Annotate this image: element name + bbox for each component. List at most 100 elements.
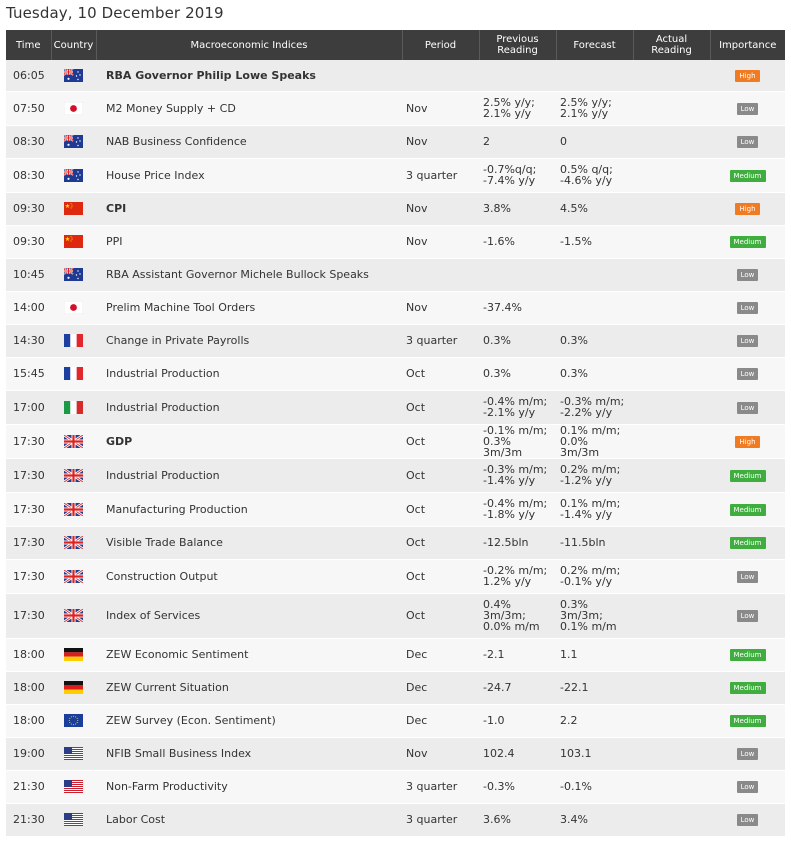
- table-row[interactable]: 14:30 Change in Private Payrolls 3 quarter…: [6, 324, 785, 358]
- previous-line: -2.1: [483, 648, 505, 661]
- event-importance: Medium: [710, 526, 785, 560]
- event-country: [51, 526, 96, 560]
- table-row[interactable]: 07:50 M2 Money Supply + CD Nov 2.5% y/y; 2.1…: [6, 91, 785, 126]
- table-row[interactable]: 18:00 ZEW Economic Sentiment Dec -2.1 1.1 Med…: [6, 638, 785, 672]
- uk-flag-icon: [63, 534, 84, 551]
- importance-badge: Low: [736, 748, 759, 760]
- event-name[interactable]: RBA Governor Philip Lowe Speaks: [96, 60, 402, 92]
- event-importance: High: [710, 192, 785, 226]
- previous-line: 2.1% y/y: [483, 107, 532, 120]
- event-name[interactable]: ZEW Survey (Econ. Sentiment): [96, 704, 402, 738]
- event-country: [51, 291, 96, 325]
- event-name[interactable]: Industrial Production: [96, 458, 402, 493]
- event-name[interactable]: NFIB Small Business Index: [96, 737, 402, 771]
- event-name[interactable]: CPI: [96, 192, 402, 226]
- event-country: [51, 559, 96, 594]
- event-period: 3 quarter: [402, 324, 479, 358]
- header-country[interactable]: Country: [51, 30, 97, 60]
- event-importance: Medium: [710, 158, 785, 193]
- table-row[interactable]: 18:00 ZEW Survey (Econ. Sentiment) Dec -1.0…: [6, 704, 785, 738]
- table-row[interactable]: 21:30 Non-Farm Productivity 3 quarter -0.3%…: [6, 770, 785, 804]
- event-name[interactable]: Labor Cost: [96, 803, 402, 837]
- event-name[interactable]: NAB Business Confidence: [96, 125, 402, 159]
- event-time: 18:00: [6, 638, 51, 672]
- header-importance[interactable]: Importance: [710, 30, 785, 60]
- importance-badge: Low: [736, 102, 759, 115]
- table-row[interactable]: 18:00 ZEW Current Situation Dec -24.7 -22.1 M…: [6, 671, 785, 705]
- table-row[interactable]: 09:30 PPI Nov -1.6% -1.5% Medium: [6, 225, 785, 259]
- table-row[interactable]: 10:45 RBA Assistant Governor Michele Bull…: [6, 258, 785, 292]
- event-forecast: 0.3%: [556, 357, 633, 391]
- forecast-line: 0.3%: [560, 367, 588, 380]
- previous-line: 0.3% 3m/3m: [483, 434, 523, 459]
- event-actual: [633, 492, 710, 527]
- table-row[interactable]: 17:30 Construction Output Oct -0.2% m/m; 1.2…: [6, 559, 785, 594]
- table-row[interactable]: 08:30 House Price Index 3 quarter -0.7%q/q;…: [6, 158, 785, 193]
- event-country: [51, 671, 96, 705]
- event-name[interactable]: ZEW Economic Sentiment: [96, 638, 402, 672]
- page-title: Tuesday, 10 December 2019: [6, 4, 224, 22]
- event-name[interactable]: ZEW Current Situation: [96, 671, 402, 705]
- event-previous: -0.7%q/q; -7.4% y/y: [479, 158, 556, 193]
- table-row[interactable]: 17:30 Visible Trade Balance Oct -12.5bln -11…: [6, 526, 785, 560]
- event-name[interactable]: Non-Farm Productivity: [96, 770, 402, 804]
- header-previous-reading[interactable]: Previous Reading: [479, 30, 557, 60]
- event-period: Nov: [402, 125, 479, 159]
- event-previous: -37.4%: [479, 291, 556, 325]
- table-row[interactable]: 17:30 Manufacturing Production Oct -0.4% m/…: [6, 492, 785, 527]
- uk-flag-icon: [63, 607, 84, 624]
- header-period[interactable]: Period: [402, 30, 480, 60]
- event-importance: Low: [710, 559, 785, 594]
- event-period: Oct: [402, 357, 479, 391]
- table-row[interactable]: 09:30 CPI Nov 3.8% 4.5% High: [6, 192, 785, 226]
- header-actual-reading[interactable]: Actual Reading: [633, 30, 711, 60]
- table-row[interactable]: 17:00 Industrial Production Oct -0.4% m/m; -…: [6, 390, 785, 425]
- previous-line: 102.4: [483, 747, 515, 760]
- event-name[interactable]: House Price Index: [96, 158, 402, 193]
- event-importance: Low: [710, 357, 785, 391]
- event-importance: Medium: [710, 458, 785, 493]
- table-row[interactable]: 08:30 NAB Business Confidence Nov 2 0 Low: [6, 125, 785, 159]
- header-time[interactable]: Time: [6, 30, 52, 60]
- table-row[interactable]: 17:30 GDP Oct -0.1% m/m; 0.3% 3m/3m 0.1% m/m;…: [6, 424, 785, 459]
- event-name[interactable]: Index of Services: [96, 593, 402, 639]
- event-name[interactable]: RBA Assistant Governor Michele Bullock S…: [96, 258, 402, 292]
- importance-badge: Low: [736, 302, 759, 314]
- event-country: [51, 91, 96, 126]
- table-row[interactable]: 14:00 Prelim Machine Tool Orders Nov -37.4%…: [6, 291, 785, 325]
- event-name[interactable]: Industrial Production: [96, 390, 402, 425]
- china-flag-icon: [64, 235, 83, 248]
- table-row[interactable]: 19:00 NFIB Small Business Index Nov 102.4 10…: [6, 737, 785, 771]
- event-importance: Medium: [710, 492, 785, 527]
- event-importance: Low: [710, 91, 785, 126]
- event-country: [51, 158, 96, 193]
- event-time: 14:30: [6, 324, 51, 358]
- event-country: [51, 770, 96, 804]
- event-name[interactable]: Industrial Production: [96, 357, 402, 391]
- event-name[interactable]: GDP: [96, 424, 402, 459]
- table-row[interactable]: 17:30 Industrial Production Oct -0.3% m/m; -…: [6, 458, 785, 493]
- event-actual: [633, 458, 710, 493]
- event-name[interactable]: Manufacturing Production: [96, 492, 402, 527]
- event-name[interactable]: Change in Private Payrolls: [96, 324, 402, 358]
- table-row[interactable]: 06:05 RBA Governor Philip Lowe Speaks High: [6, 60, 785, 92]
- event-name[interactable]: M2 Money Supply + CD: [96, 91, 402, 126]
- event-name[interactable]: Construction Output: [96, 559, 402, 594]
- event-country: [51, 458, 96, 493]
- event-importance: Low: [710, 737, 785, 771]
- header-macroeconomic-indices[interactable]: Macroeconomic Indices: [96, 30, 403, 60]
- event-name[interactable]: Prelim Machine Tool Orders: [96, 291, 402, 325]
- table-row[interactable]: 17:30 Index of Services Oct 0.4% 3m/3m; 0.0% …: [6, 593, 785, 639]
- header-forecast[interactable]: Forecast: [556, 30, 634, 60]
- event-time: 15:45: [6, 357, 51, 391]
- event-forecast: -0.3% m/m; -2.2% y/y: [556, 390, 633, 425]
- event-name[interactable]: Visible Trade Balance: [96, 526, 402, 560]
- importance-badge: High: [735, 435, 760, 448]
- event-previous: -0.2% m/m; 1.2% y/y: [479, 559, 556, 594]
- table-row[interactable]: 21:30 Labor Cost 3 quarter 3.6% 3.4% Low: [6, 803, 785, 837]
- event-time: 17:30: [6, 593, 51, 639]
- event-name[interactable]: PPI: [96, 225, 402, 259]
- event-forecast: -1.5%: [556, 225, 633, 259]
- event-country: [51, 324, 96, 358]
- table-row[interactable]: 15:45 Industrial Production Oct 0.3% 0.3% Low: [6, 357, 785, 391]
